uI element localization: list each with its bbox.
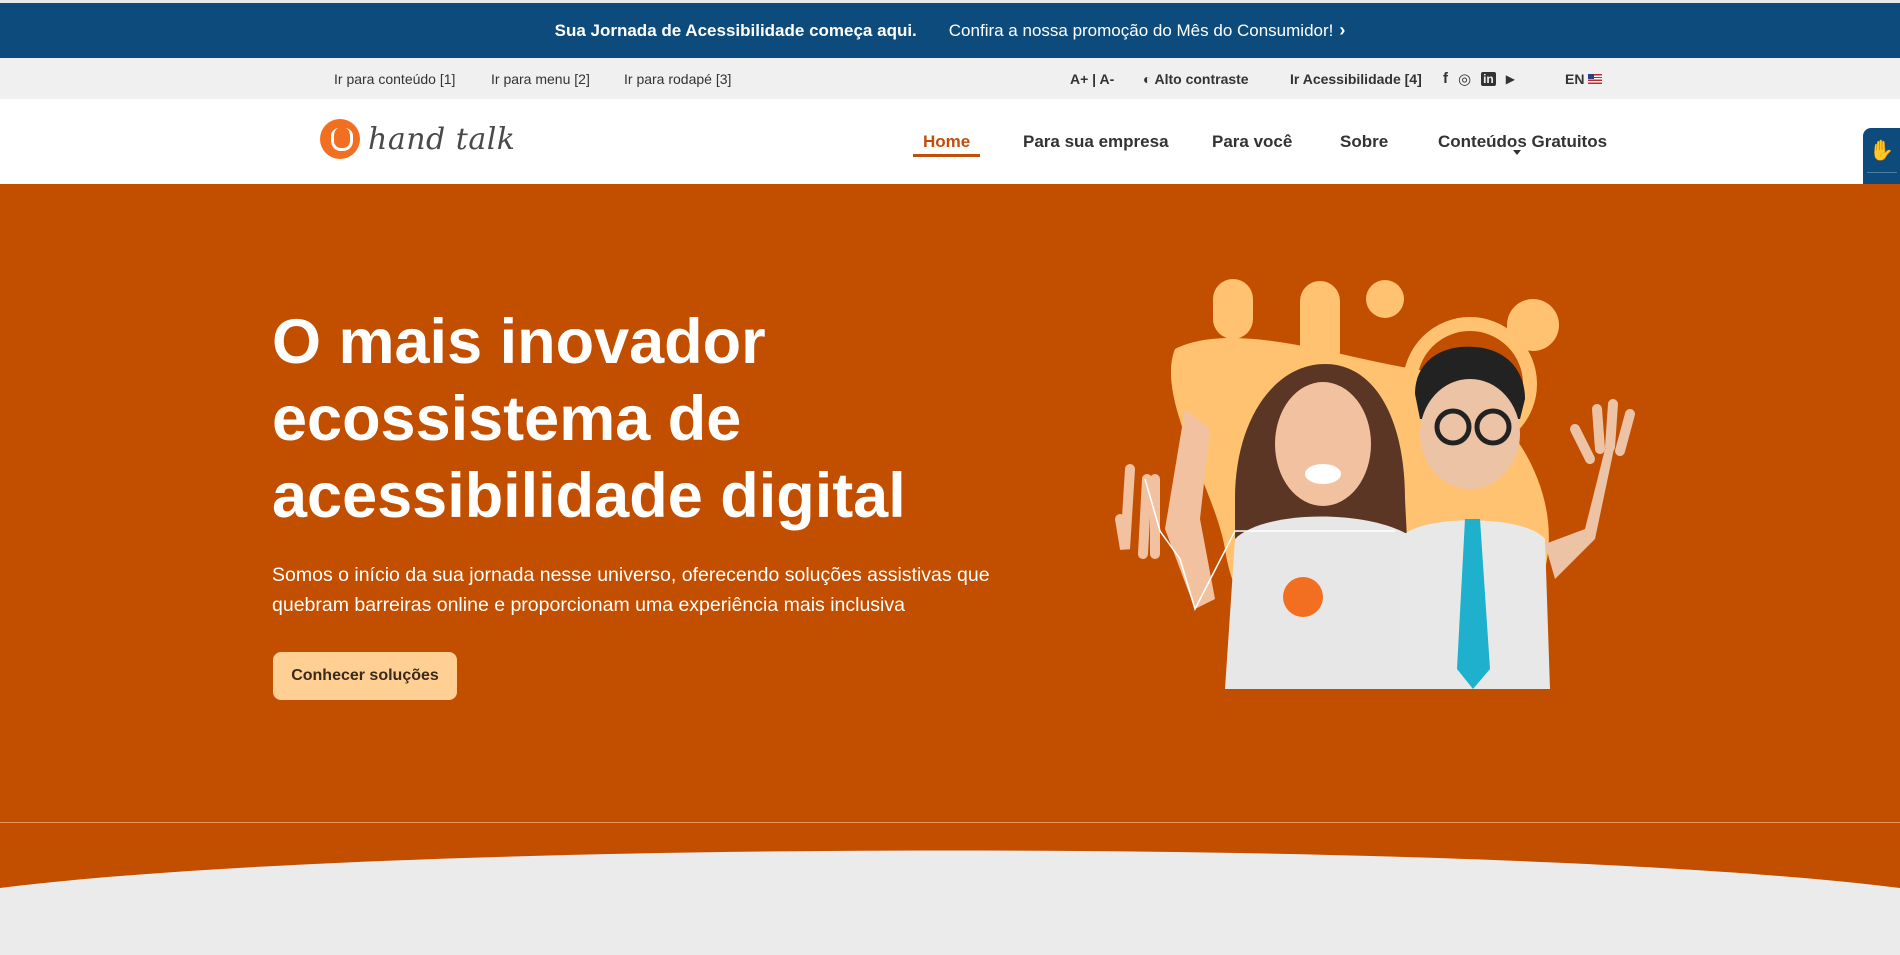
instagram-icon[interactable]: ◎ [1458, 70, 1471, 88]
illustration-blob [1366, 280, 1404, 318]
social-links: f ◎ in ▶ [1443, 58, 1525, 99]
nav-home[interactable]: Home [923, 99, 970, 184]
woman-smile [1305, 464, 1341, 484]
hero-title: O mais inovador ecossistema de acessibil… [272, 307, 906, 531]
high-contrast-toggle[interactable]: ◐ Alto contraste [1143, 58, 1249, 99]
youtube-icon[interactable]: ▶ [1506, 72, 1515, 86]
promo-headline: Sua Jornada de Acessibilidade começa aqu… [554, 20, 917, 40]
language-label: EN [1565, 70, 1585, 87]
promo-bar: Sua Jornada de Acessibilidade começa aqu… [0, 0, 1900, 58]
logo[interactable]: hand talk [320, 119, 515, 159]
promo-link-label: Confira a nossa promoção do Mês do Consu… [948, 20, 1334, 40]
language-switch[interactable]: EN [1565, 58, 1603, 99]
site-header: hand talk Home Para sua empresa Para voc… [0, 99, 1900, 184]
illustration-blob [1213, 279, 1253, 339]
hero-section: O mais inovador ecossistema de acessibil… [0, 184, 1900, 822]
linkedin-icon[interactable]: in [1481, 71, 1496, 86]
promo-link[interactable]: Confira a nossa promoção do Mês do Consu… [949, 20, 1346, 41]
woman-hand [1115, 464, 1160, 559]
nav-para-voce[interactable]: Para você [1212, 99, 1292, 184]
accessibility-bar: Ir para conteúdo [1] Ir para menu [2] Ir… [0, 58, 1900, 99]
us-flag-icon [1588, 73, 1603, 84]
widget-divider [1867, 172, 1897, 173]
caret-down-icon [1513, 150, 1521, 155]
accessibility-link[interactable]: Ir Acessibilidade [4] [1290, 58, 1422, 99]
sign-language-icon[interactable]: ✋ [1869, 138, 1894, 163]
high-contrast-label: Alto contraste [1154, 70, 1249, 87]
skip-to-footer-link[interactable]: Ir para rodapé [3] [624, 58, 731, 99]
skip-to-content-link[interactable]: Ir para conteúdo [1] [334, 58, 455, 99]
man-arm [1545, 444, 1615, 579]
nav-para-sua-empresa[interactable]: Para sua empresa [1023, 99, 1169, 184]
facebook-icon[interactable]: f [1443, 70, 1448, 87]
contrast-icon: ◐ [1143, 70, 1152, 87]
man-hand [1570, 399, 1635, 464]
font-size-control[interactable]: A+ | A- [1070, 58, 1114, 99]
nav-sobre[interactable]: Sobre [1340, 99, 1388, 184]
hero-illustration [1115, 279, 1635, 689]
hero-subtitle: Somos o início da sua jornada nesse univ… [272, 564, 990, 616]
section-curve [0, 823, 1900, 955]
logo-text: hand talk [368, 121, 516, 157]
nav-active-indicator [913, 154, 980, 157]
woman-arm [1165, 409, 1215, 609]
skip-to-menu-link[interactable]: Ir para menu [2] [491, 58, 590, 99]
tshirt-logo-icon [1283, 577, 1323, 617]
hand-logo-icon [320, 119, 360, 159]
nav-conteudos-gratuitos[interactable]: Conteúdos Gratuitos [1438, 99, 1607, 184]
woman-face [1275, 382, 1371, 506]
chevron-right-icon: › [1339, 20, 1346, 40]
conhecer-solucoes-button[interactable]: Conhecer soluções [273, 652, 457, 700]
